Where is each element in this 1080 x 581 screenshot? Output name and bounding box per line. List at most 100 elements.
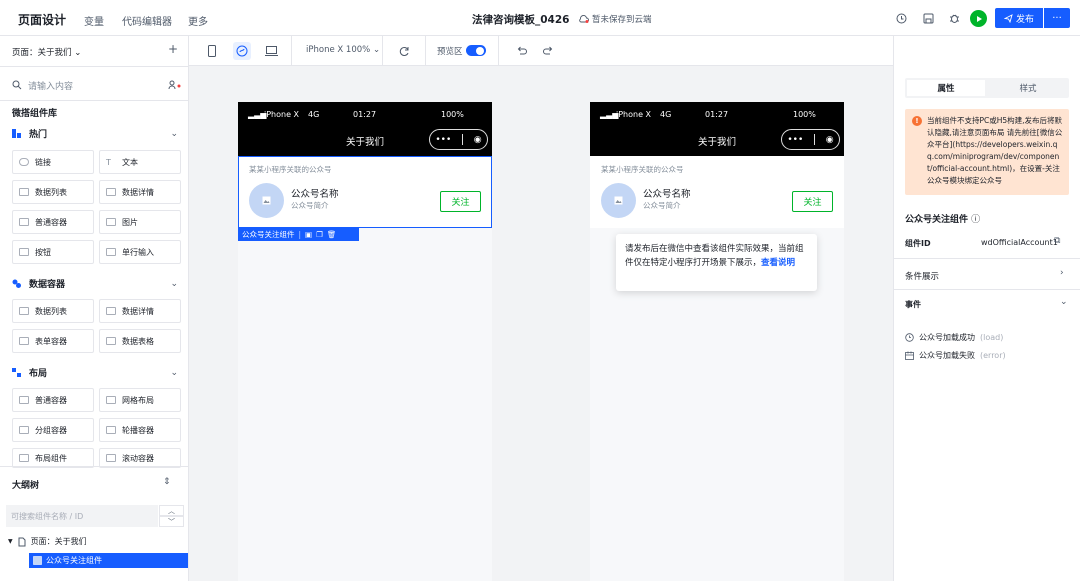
save-icon[interactable] bbox=[921, 11, 935, 25]
device-zoom-select[interactable]: iPhone X 100% ⌄ bbox=[306, 45, 380, 55]
comp-button[interactable]: 按钮 bbox=[12, 240, 94, 264]
event-error[interactable]: 公众号加载失败 (error) bbox=[905, 350, 1006, 361]
account-desc: 公众号简介 bbox=[643, 201, 681, 210]
account-name: 公众号名称 bbox=[291, 189, 339, 200]
comp-container-2[interactable]: 普通容器 bbox=[12, 388, 94, 412]
carrier: iPhone X bbox=[616, 110, 652, 119]
outline-search-input[interactable]: 可搜索组件名称 / ID bbox=[6, 505, 158, 527]
comp-data-list-2[interactable]: 数据列表 bbox=[12, 299, 94, 323]
comp-container[interactable]: 普通容器 bbox=[12, 210, 94, 234]
component-search[interactable]: 请输入内容 bbox=[12, 78, 182, 92]
section-hot[interactable]: 热门 ⌄ bbox=[12, 127, 182, 140]
nav-code-editor[interactable]: 代码编辑器 bbox=[122, 13, 172, 28]
comp-group-container[interactable]: 分组容器 bbox=[12, 418, 94, 442]
copy-icon[interactable]: ⧉ bbox=[1054, 236, 1060, 246]
event-load[interactable]: 公众号加载成功 (load) bbox=[905, 332, 1003, 343]
publish-button[interactable]: 发布 bbox=[995, 8, 1043, 28]
refresh-icon[interactable] bbox=[397, 44, 411, 58]
more-dots-icon: ••• bbox=[435, 134, 452, 145]
tab-style[interactable]: 样式 bbox=[989, 80, 1067, 96]
panel-tabs: 属性 样式 bbox=[905, 78, 1069, 98]
save-icon[interactable]: ▣ bbox=[305, 230, 312, 239]
layout-icon bbox=[12, 368, 21, 377]
comp-scroll-container[interactable]: 滚动容器 bbox=[99, 448, 181, 468]
chevron-down-icon: ⌄ bbox=[372, 45, 381, 55]
comp-data-detail-2[interactable]: 数据详情 bbox=[99, 299, 181, 323]
library-title: 微搭组件库 bbox=[12, 109, 58, 119]
debug-icon[interactable] bbox=[947, 11, 961, 25]
close-target-icon: ◉ bbox=[473, 134, 482, 145]
phone-nav-bar: ▂▃▅ iPhone X 4G 01:27 100% 关于我们 ••• ◉ bbox=[590, 102, 844, 156]
follow-button[interactable]: 关注 bbox=[440, 191, 481, 212]
comp-layout-component[interactable]: 布局组件 bbox=[12, 448, 94, 468]
comp-form-container[interactable]: 表单容器 bbox=[12, 329, 94, 353]
search-icon bbox=[12, 80, 22, 90]
preview-tooltip: 请发布后在微信中查看该组件实际效果，当前组件仅在特定小程序打开场景下展示，查看说… bbox=[616, 234, 817, 291]
calendar-icon bbox=[905, 351, 914, 360]
avatar bbox=[601, 183, 636, 218]
add-page-button[interactable]: + bbox=[168, 42, 178, 56]
desktop-device-icon[interactable] bbox=[264, 44, 278, 58]
device-zoom-label: iPhone X 100% bbox=[306, 45, 371, 55]
search-input[interactable]: 请输入内容 bbox=[28, 79, 73, 92]
delete-icon[interactable]: 🗑 bbox=[327, 230, 337, 239]
close-target-icon: ◉ bbox=[825, 134, 834, 145]
chevron-down-icon: ⌄ bbox=[170, 367, 178, 378]
chevron-right-icon[interactable]: › bbox=[1060, 268, 1064, 278]
official-account-card[interactable]: 某某小程序关联的公众号 公众号名称 公众号简介 关注 bbox=[590, 156, 844, 228]
comp-link[interactable]: 链接 bbox=[12, 150, 94, 174]
nav-more[interactable]: 更多 bbox=[188, 13, 208, 28]
section-data-container[interactable]: 数据容器 ⌄ bbox=[12, 277, 182, 290]
redo-icon[interactable] bbox=[541, 44, 555, 58]
phone-nav-bar: ▂▃▅ iPhone X 4G 01:27 100% 关于我们 ••• ◉ bbox=[238, 102, 492, 156]
carrier: iPhone X bbox=[264, 110, 300, 119]
preview-run-button[interactable] bbox=[970, 10, 987, 27]
publish-more-button[interactable]: ··· bbox=[1044, 8, 1070, 28]
comp-image[interactable]: 图片 bbox=[99, 210, 181, 234]
tree-node-page[interactable]: ▼ 页面：关于我们 bbox=[8, 536, 87, 547]
comp-carousel[interactable]: 轮播容器 bbox=[99, 418, 181, 442]
tree-node-official-account[interactable]: 公众号关注组件 bbox=[29, 553, 188, 568]
comp-data-list[interactable]: 数据列表 bbox=[12, 180, 94, 204]
selection-label[interactable]: 公众号关注组件 | ▣ ❐ 🗑 bbox=[238, 228, 359, 241]
miniprogram-device-icon[interactable] bbox=[233, 42, 251, 60]
tab-properties[interactable]: 属性 bbox=[907, 80, 985, 96]
layout-comp-icon bbox=[19, 454, 29, 462]
design-canvas[interactable]: ▂▃▅ iPhone X 4G 01:27 100% 关于我们 ••• ◉ 某某… bbox=[189, 66, 893, 581]
copy-icon[interactable]: ❐ bbox=[316, 230, 323, 239]
comp-data-detail[interactable]: 数据详情 bbox=[99, 180, 181, 204]
user-filter-icon[interactable] bbox=[168, 80, 182, 90]
comp-grid-layout[interactable]: 网格布局 bbox=[99, 388, 181, 412]
chevron-up-icon[interactable]: ︿ bbox=[159, 505, 184, 516]
comp-input[interactable]: 单行输入 bbox=[99, 240, 181, 264]
scroll-icon bbox=[106, 454, 116, 462]
comp-label: 网格布局 bbox=[122, 395, 154, 405]
top-bar: 页面设计 变量 代码编辑器 更多 法律咨询模板_0426 暂未保存到云端 发布 … bbox=[0, 0, 1080, 36]
tooltip-link[interactable]: 查看说明 bbox=[761, 258, 795, 268]
chevron-down-icon[interactable]: ⌄ bbox=[1060, 297, 1068, 307]
preview-toggle[interactable] bbox=[466, 45, 486, 56]
nav-variables[interactable]: 变量 bbox=[84, 13, 104, 28]
section-layout[interactable]: 布局 ⌄ bbox=[12, 366, 182, 379]
section-label: 布局 bbox=[29, 369, 48, 379]
button-icon bbox=[19, 248, 29, 256]
page-selector[interactable]: 页面：关于我们 ⌄ bbox=[12, 46, 81, 58]
component-id-value: wdOfficialAccount1 bbox=[981, 238, 1058, 247]
comp-label: 数据详情 bbox=[122, 306, 154, 316]
undo-icon[interactable] bbox=[514, 44, 528, 58]
condition-display[interactable]: 条件展示 bbox=[905, 270, 939, 282]
canvas-toolbar: iPhone X 100% ⌄ 预览区 bbox=[189, 36, 893, 66]
list-icon bbox=[19, 188, 29, 196]
official-account-card[interactable]: 某某小程序关联的公众号 公众号名称 公众号简介 关注 bbox=[238, 156, 492, 228]
info-icon[interactable]: ⓘ bbox=[971, 215, 980, 225]
comp-text[interactable]: T 文本 bbox=[99, 150, 181, 174]
expand-collapse-icon[interactable]: ⇕ bbox=[163, 477, 171, 487]
history-icon[interactable] bbox=[894, 11, 908, 25]
mobile-device-icon[interactable] bbox=[205, 44, 219, 58]
follow-button[interactable]: 关注 bbox=[792, 191, 833, 212]
network: 4G bbox=[308, 110, 320, 119]
events-label[interactable]: 事件 bbox=[905, 299, 921, 310]
comp-label: 布局组件 bbox=[35, 453, 67, 463]
comp-data-table[interactable]: 数据表格 bbox=[99, 329, 181, 353]
chevron-down-icon[interactable]: ﹀ bbox=[159, 516, 184, 527]
